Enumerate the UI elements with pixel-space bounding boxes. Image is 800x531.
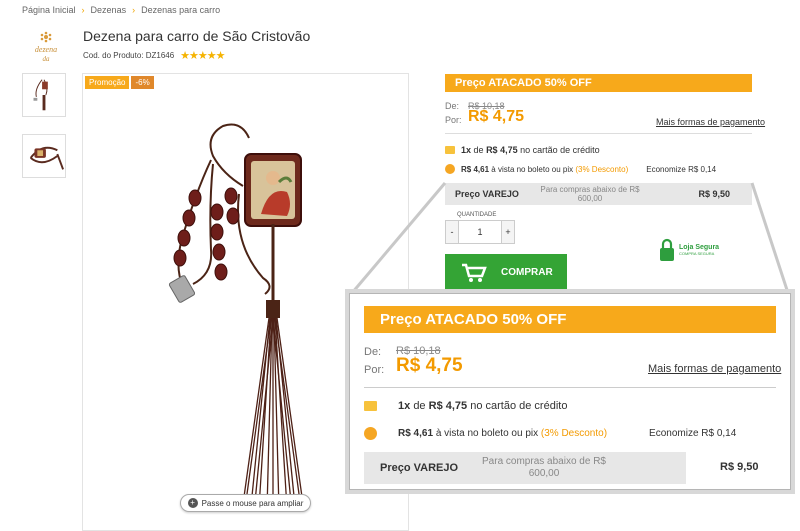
- discount-coin-icon: [445, 164, 455, 174]
- wholesale-banner: Preço ATACADO 50% OFF: [445, 74, 752, 92]
- thumbnail-2[interactable]: [22, 134, 66, 178]
- product-code-label: Cod. do Produto: DZ1646: [83, 51, 175, 60]
- credit-card-icon: [364, 401, 377, 411]
- retail-price-row: Preço VAREJO Para compras abaixo de R$ 6…: [445, 183, 752, 205]
- retail-condition: Para compras abaixo de R$ 600,00: [540, 185, 640, 203]
- buy-button[interactable]: COMPRAR: [445, 254, 567, 291]
- product-code: Cod. do Produto: DZ1646 ★★★★★: [83, 49, 225, 62]
- callout-more-payments-link[interactable]: Mais formas de pagamento: [648, 363, 781, 375]
- callout-retail-row: Preço VAREJO Para compras abaixo de R$ 6…: [364, 452, 776, 484]
- chevron-right-icon: ›: [81, 5, 85, 15]
- discount-coin-icon: [364, 427, 377, 440]
- zoom-plus-icon: +: [187, 498, 198, 508]
- svg-text:dezena: dezena: [35, 45, 57, 54]
- card-de: de: [473, 145, 484, 155]
- callout-retail-label: Preço VAREJO: [380, 462, 459, 474]
- lock-icon: [660, 238, 674, 261]
- callout-retail-price: R$ 9,50: [720, 461, 759, 473]
- callout-retail-condition: Para compras abaixo de R$ 600,00: [482, 456, 606, 479]
- rating-stars-icon[interactable]: ★★★★★: [180, 49, 225, 62]
- callout-card-price: R$ 4,75: [428, 400, 468, 412]
- economize-text: Economize R$ 0,14: [646, 164, 717, 174]
- card-price: R$ 4,75: [486, 145, 518, 155]
- por-label: Por:: [445, 115, 462, 125]
- callout-por-label: Por:: [364, 364, 385, 376]
- quantity-minus-button[interactable]: -: [445, 220, 459, 244]
- secure-store-badge: Loja Segura COMPRA SEGURA: [659, 238, 719, 262]
- more-payments-link[interactable]: Mais formas de pagamento: [656, 117, 765, 127]
- callout-divider: [364, 387, 776, 388]
- promo-percent: -6%: [131, 76, 154, 89]
- product-title: Dezena para carro de São Cristovão: [83, 28, 311, 44]
- callout-card-qty: 1x: [398, 400, 411, 412]
- cart-icon: [462, 263, 487, 282]
- breadcrumb: Página Inicial › Dezenas › Dezenas para …: [22, 5, 220, 15]
- retail-label: Preço VAREJO: [455, 189, 519, 199]
- card-payment-row: 1x de R$ 4,75 no cartão de crédito: [445, 145, 600, 155]
- quantity-input[interactable]: 1: [459, 220, 501, 244]
- boleto-price: R$ 4,61: [461, 164, 490, 174]
- callout-boleto-text: à vista no boleto ou pix: [435, 428, 539, 439]
- thumbnail-1[interactable]: [22, 73, 66, 117]
- promo-label: Promoção: [85, 76, 130, 89]
- breadcrumb-dezenas[interactable]: Dezenas: [91, 5, 127, 15]
- boleto-text: à vista no boleto ou pix: [491, 164, 574, 174]
- callout-boleto-discount: (3% Desconto): [540, 428, 608, 439]
- buy-button-label: COMPRAR: [501, 267, 553, 278]
- callout-wholesale-banner: Preço ATACADO 50% OFF: [364, 306, 776, 333]
- brand-logo[interactable]: dezena da: [26, 30, 66, 66]
- quantity-plus-button[interactable]: +: [501, 220, 515, 244]
- boleto-discount: (3% Desconto): [575, 164, 629, 174]
- card-text: no cartão de crédito: [520, 145, 600, 155]
- zoom-callout: Preço ATACADO 50% OFF De: R$ 10,18 Por: …: [349, 293, 791, 490]
- de-label: De:: [445, 101, 460, 111]
- callout-boleto-price: R$ 4,61: [398, 428, 434, 439]
- quantity-stepper: - 1 +: [445, 220, 515, 244]
- zoom-hint-button[interactable]: + Passe o mouse para ampliar: [180, 494, 311, 512]
- secure-title: Loja Segura: [679, 244, 720, 251]
- credit-card-icon: [445, 146, 455, 154]
- zoom-hint-label: Passe o mouse para ampliar: [201, 498, 304, 508]
- secure-subtitle: COMPRA SEGURA: [679, 251, 715, 256]
- current-price: R$ 4,75: [468, 108, 525, 125]
- callout-boleto-row: R$ 4,61 à vista no boleto ou pix (3% Des…: [364, 427, 776, 440]
- callout-card-text: no cartão de crédito: [470, 400, 568, 412]
- old-price-row: De: R$ 10,18: [445, 101, 505, 111]
- callout-current-price: R$ 4,75: [396, 355, 463, 376]
- boleto-payment-row: R$ 4,61 à vista no boleto ou pix (3% Des…: [445, 164, 752, 174]
- breadcrumb-current[interactable]: Dezenas para carro: [141, 5, 220, 15]
- quantity-label: QUANTIDADE: [457, 212, 497, 218]
- callout-card-row: 1x de R$ 4,75 no cartão de crédito: [364, 400, 567, 412]
- card-qty: 1x: [461, 145, 472, 155]
- callout-card-de: de: [413, 400, 426, 412]
- chevron-right-icon: ›: [132, 5, 136, 15]
- divider: [445, 133, 752, 134]
- breadcrumb-home[interactable]: Página Inicial: [22, 5, 76, 15]
- retail-price: R$ 9,50: [698, 189, 730, 199]
- promo-badge: Promoção -6%: [85, 76, 154, 89]
- svg-text:da: da: [43, 55, 51, 63]
- callout-economize: Economize R$ 0,14: [649, 428, 737, 439]
- callout-de-label: De:: [364, 346, 382, 358]
